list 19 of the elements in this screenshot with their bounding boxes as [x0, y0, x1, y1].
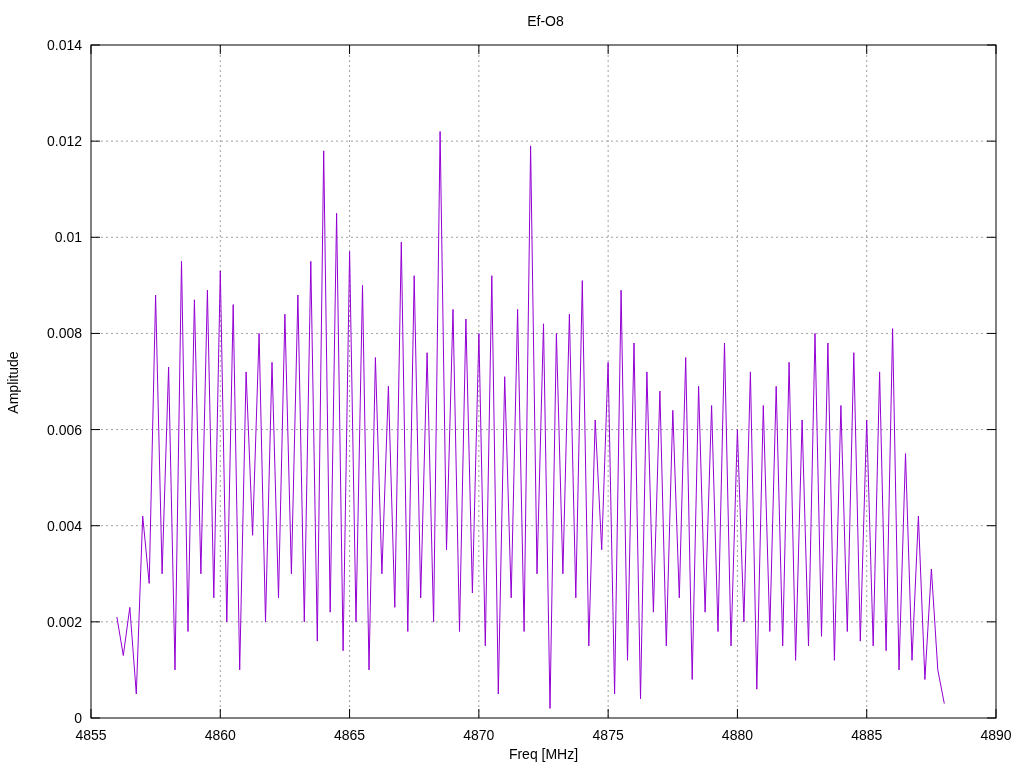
- x-tick-label: 4890: [980, 727, 1012, 743]
- y-tick-label: 0.012: [46, 133, 82, 150]
- x-tick-label: 4870: [463, 727, 495, 743]
- x-axis-label: Freq [MHz]: [508, 746, 579, 762]
- y-tick-label: 0.006: [46, 421, 82, 438]
- y-axis-label: Amplitude: [5, 351, 21, 414]
- x-tick-label: 4860: [204, 727, 236, 743]
- y-tick-label: 0.008: [46, 325, 82, 342]
- y-tick-label: 0.014: [46, 37, 82, 53]
- x-tick-label: 4880: [721, 727, 753, 743]
- x-tick-label: 4855: [75, 727, 107, 743]
- y-tick-label: 0.01: [54, 229, 82, 246]
- y-tick-label: 0: [74, 710, 82, 726]
- y-tick-label: 0.004: [46, 517, 82, 534]
- chart-title: Ef-O8: [527, 13, 564, 29]
- x-tick-label: 4885: [851, 727, 883, 743]
- x-tick-label: 4875: [592, 727, 624, 743]
- y-tick-label: 0.002: [46, 613, 82, 630]
- x-tick-label: 4865: [334, 727, 366, 743]
